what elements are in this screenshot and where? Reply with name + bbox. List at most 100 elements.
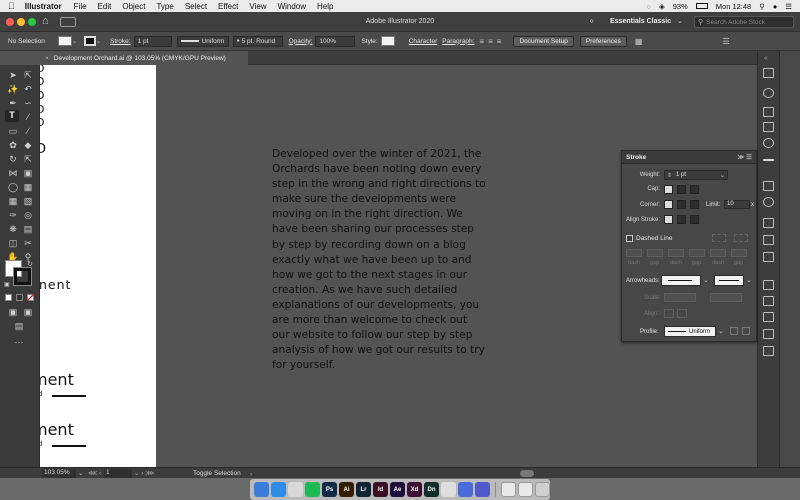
- stroke-panel-header[interactable]: Stroke ≫ ☰: [622, 151, 756, 164]
- align-right-icon[interactable]: ≡: [497, 37, 502, 46]
- eraser-tool-icon[interactable]: ◆: [22, 140, 34, 150]
- flip-along-icon[interactable]: [742, 327, 750, 335]
- menu-help[interactable]: Help: [317, 2, 333, 11]
- direct-selection-tool-icon[interactable]: ⇱: [22, 70, 34, 80]
- width-tool-icon[interactable]: ⋈: [7, 168, 19, 178]
- horizontal-scrollbar-thumb[interactable]: [520, 470, 534, 477]
- menu-object[interactable]: Object: [122, 2, 145, 11]
- preferences-button[interactable]: Preferences: [579, 35, 627, 47]
- rectangle-tool-icon[interactable]: ▭: [7, 126, 19, 136]
- more-tools-icon[interactable]: ⋯: [13, 337, 25, 347]
- swatches-panel-icon[interactable]: [763, 107, 774, 117]
- artboard-nav-prev-icon[interactable]: ⋘ ‹: [88, 469, 101, 477]
- flip-across-icon[interactable]: [730, 327, 738, 335]
- line-tool-icon[interactable]: ∕: [22, 112, 34, 122]
- stroke-weight-field[interactable]: 1 pt: [133, 35, 172, 47]
- gap-2-field[interactable]: [689, 249, 705, 257]
- pen-tool-icon[interactable]: ✒: [7, 98, 19, 108]
- safari-icon[interactable]: [271, 482, 286, 497]
- documents-stack-icon[interactable]: [518, 482, 533, 497]
- dimension-icon[interactable]: Dn: [424, 482, 439, 497]
- lasso-tool-icon[interactable]: ↶: [22, 84, 34, 94]
- photoshop-icon[interactable]: Ps: [322, 482, 337, 497]
- start-scale-field[interactable]: [664, 293, 696, 302]
- links-panel-icon[interactable]: [763, 296, 774, 306]
- free-transform-tool-icon[interactable]: ▣: [22, 168, 34, 178]
- dashed-line-checkbox[interactable]: [626, 235, 633, 242]
- document-tab[interactable]: × Development Orchard.ai @ 103.05% (CMYK…: [40, 51, 248, 65]
- align-inside-stroke-icon[interactable]: [677, 215, 686, 224]
- menu-window[interactable]: Window: [278, 2, 306, 11]
- round-join-icon[interactable]: [677, 200, 686, 209]
- stroke-label[interactable]: Stroke:: [110, 38, 131, 45]
- chevron-down-icon[interactable]: ⌄: [78, 469, 83, 477]
- creative-cloud-icon[interactable]: ◌: [647, 2, 651, 11]
- chevron-down-icon[interactable]: ⌄: [718, 327, 724, 335]
- mesh-tool-icon[interactable]: ▦: [7, 196, 19, 206]
- panel-menu-icon[interactable]: ☰: [722, 37, 729, 46]
- menu-edit[interactable]: Edit: [98, 2, 112, 11]
- symbol-sprayer-tool-icon[interactable]: ❋: [7, 224, 19, 234]
- gap-1-field[interactable]: [647, 249, 663, 257]
- align-outside-stroke-icon[interactable]: [690, 215, 699, 224]
- layers-panel-icon[interactable]: [763, 252, 774, 262]
- chevron-down-icon[interactable]: ⌄: [746, 276, 752, 284]
- blend-tool-icon[interactable]: ◎: [22, 210, 34, 220]
- eyedropper-tool-icon[interactable]: ✑: [7, 210, 19, 220]
- menu-effect[interactable]: Effect: [218, 2, 238, 11]
- properties-panel-icon[interactable]: [763, 68, 774, 78]
- round-cap-icon[interactable]: [677, 185, 686, 194]
- lightbulb-icon[interactable]: ⚬: [588, 16, 596, 27]
- teams-icon[interactable]: [475, 482, 490, 497]
- chevron-down-icon[interactable]: ⌄: [72, 37, 78, 45]
- shape-builder-tool-icon[interactable]: ◯: [7, 182, 19, 192]
- pathfinder-panel-icon[interactable]: [763, 329, 774, 339]
- battery-icon[interactable]: [695, 3, 708, 9]
- gradient-panel-icon[interactable]: [763, 181, 774, 191]
- magic-wand-tool-icon[interactable]: ✨: [7, 84, 19, 94]
- miter-join-icon[interactable]: [664, 200, 673, 209]
- artboard[interactable]: D D D D D D nent ment d ment d: [40, 65, 156, 467]
- clock[interactable]: Mon 12:48: [716, 2, 751, 11]
- indesign-icon[interactable]: Id: [373, 482, 388, 497]
- limit-field[interactable]: 10: [724, 200, 750, 209]
- chevron-down-icon[interactable]: ⌄: [96, 37, 104, 45]
- stock-search-input[interactable]: ⚲ Search Adobe Stock: [694, 16, 794, 28]
- stroke-panel-icon[interactable]: [763, 159, 774, 161]
- transform-panel-icon[interactable]: [763, 346, 774, 356]
- character-link[interactable]: Character: [409, 38, 438, 45]
- paintbrush-tool-icon[interactable]: ∕: [22, 126, 34, 136]
- menu-select[interactable]: Select: [185, 2, 207, 11]
- xd-icon[interactable]: Xd: [407, 482, 422, 497]
- shaper-tool-icon[interactable]: ✿: [7, 140, 19, 150]
- color-mode-icon[interactable]: [5, 294, 12, 301]
- dash-align-ends-icon[interactable]: [734, 234, 748, 242]
- downloads-stack-icon[interactable]: [501, 482, 516, 497]
- fill-swatch[interactable]: [58, 36, 72, 46]
- body-copy-text[interactable]: Developed over the winter of 2021, the O…: [272, 147, 486, 373]
- selection-tool-icon[interactable]: ➤: [7, 70, 19, 80]
- siri-icon[interactable]: [458, 482, 473, 497]
- gradient-tool-icon[interactable]: ▧: [22, 196, 34, 206]
- transparency-panel-icon[interactable]: [763, 197, 774, 207]
- status-arrow-icon[interactable]: ›: [250, 471, 252, 478]
- align-center-stroke-icon[interactable]: [664, 215, 673, 224]
- none-mode-icon[interactable]: [27, 294, 34, 301]
- appearance-panel-icon[interactable]: [763, 218, 774, 228]
- chevron-down-icon[interactable]: ⌄: [703, 276, 709, 284]
- align-center-icon[interactable]: ≡: [488, 37, 493, 46]
- opacity-field[interactable]: 100%: [315, 35, 356, 47]
- chrome-icon[interactable]: [441, 482, 456, 497]
- bevel-join-icon[interactable]: [690, 200, 699, 209]
- arrange-icon[interactable]: ▦: [635, 37, 643, 46]
- panel-menu-icon[interactable]: ≫ ☰: [738, 153, 752, 161]
- dash-3-field[interactable]: [710, 249, 726, 257]
- profile-dropdown[interactable]: Uniform: [176, 35, 229, 47]
- dash-1-field[interactable]: [626, 249, 642, 257]
- slice-tool-icon[interactable]: ✂: [22, 238, 34, 248]
- curvature-tool-icon[interactable]: ∽: [22, 98, 34, 108]
- toggle-selection-status[interactable]: Toggle Selection: [193, 470, 241, 477]
- collapse-panels-icon[interactable]: «: [764, 55, 768, 62]
- symbols-panel-icon[interactable]: [763, 138, 774, 148]
- draw-normal-icon[interactable]: ▣: [7, 307, 19, 317]
